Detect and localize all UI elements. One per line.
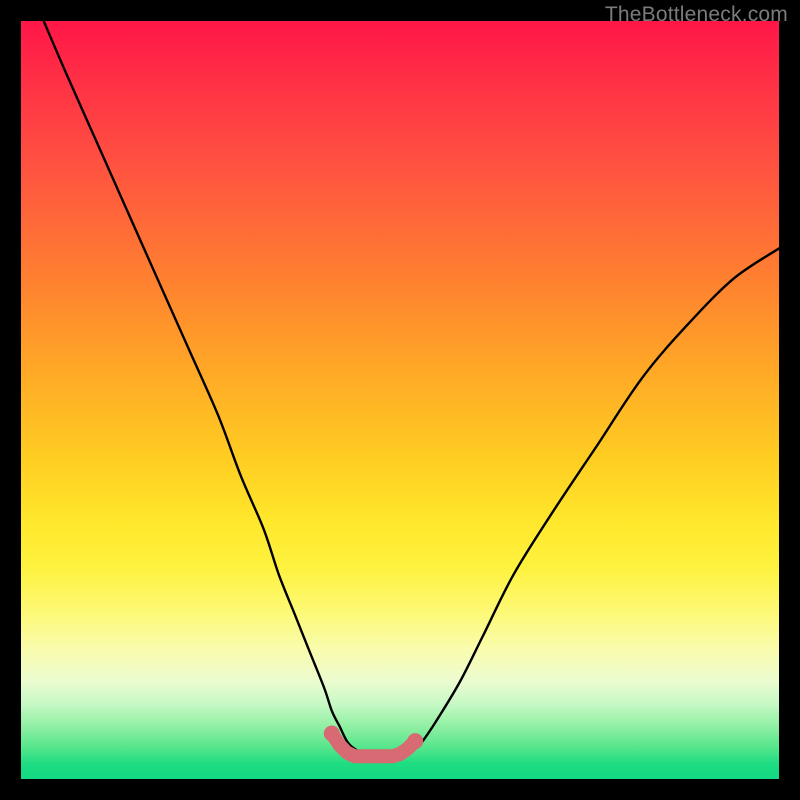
- chart-stage: TheBottleneck.com: [0, 0, 800, 800]
- curve-layer: [21, 21, 779, 779]
- bump-dot: [407, 733, 423, 749]
- bump-markers: [324, 726, 423, 757]
- watermark-text: TheBottleneck.com: [605, 3, 788, 27]
- bump-dot: [324, 726, 340, 742]
- plot-area: [21, 21, 779, 779]
- bottleneck-curve: [44, 21, 779, 757]
